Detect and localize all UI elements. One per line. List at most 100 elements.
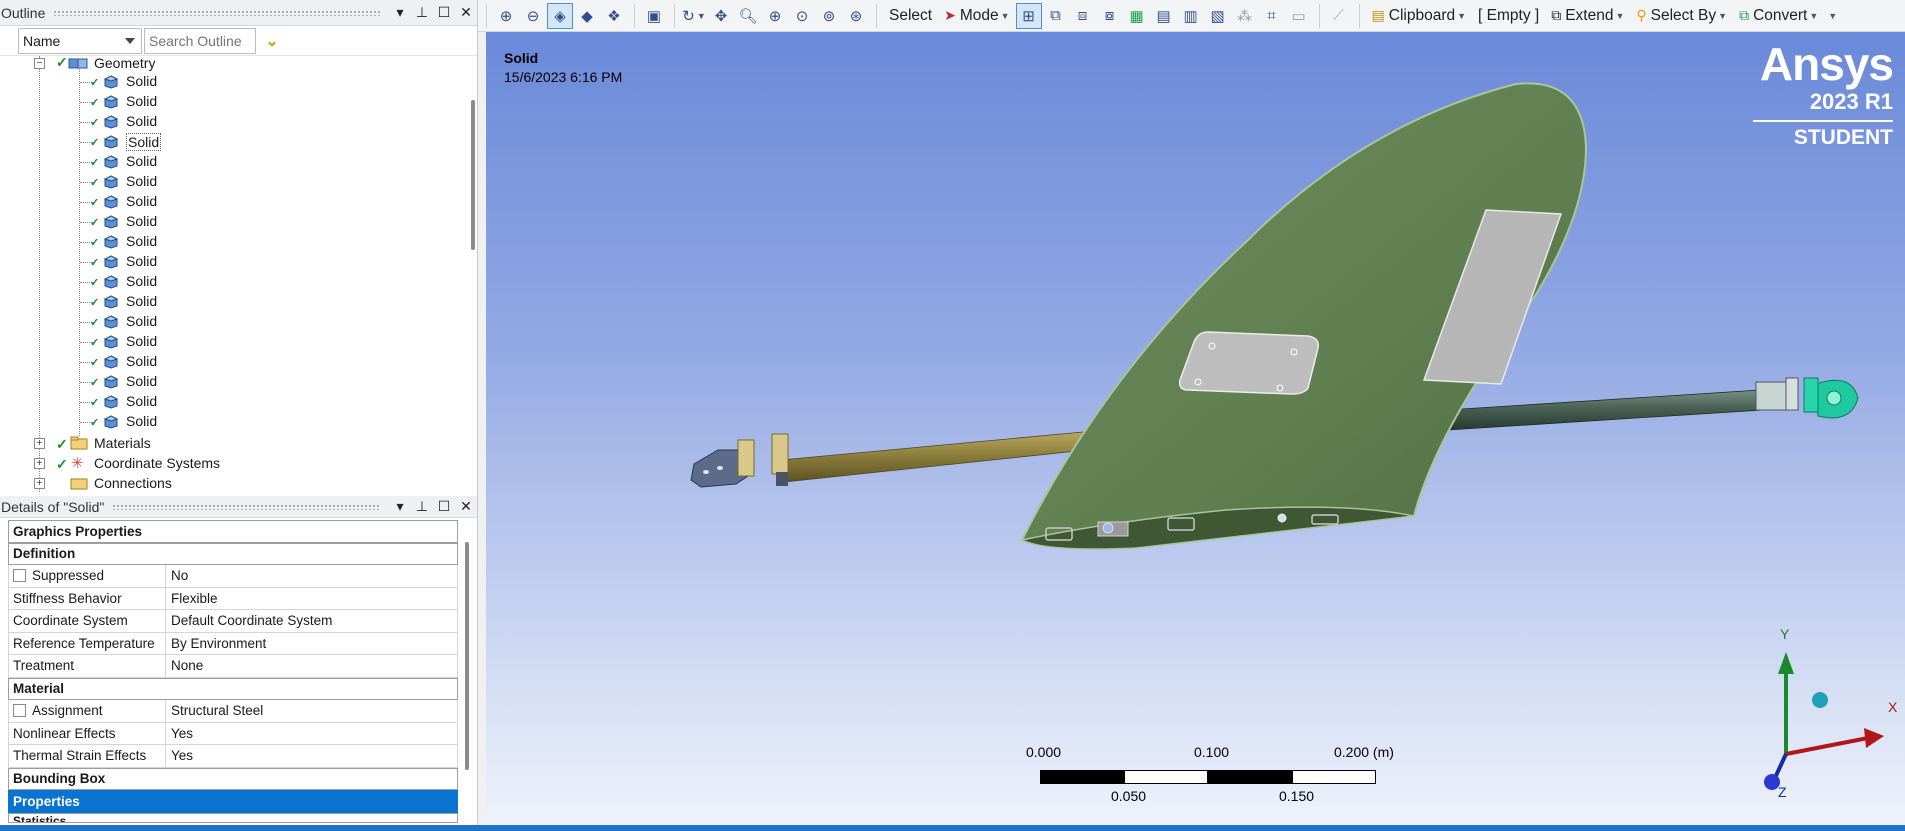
pin-icon[interactable]: ⊥ xyxy=(411,498,433,515)
section-definition[interactable]: Definition xyxy=(8,542,458,565)
row-treatment[interactable]: Treatment None xyxy=(8,655,458,678)
drag-grip[interactable] xyxy=(112,503,381,510)
tree-node-solid[interactable]: ✓ Solid xyxy=(0,312,470,332)
node-select-icon[interactable]: ▦ xyxy=(1124,3,1150,29)
row-coordinate-system[interactable]: Coordinate System Default Coordinate Sys… xyxy=(8,610,458,633)
graphics-viewport[interactable]: Solid 15/6/2023 6:16 PM Ansys 2023 R1 ST… xyxy=(486,32,1905,825)
filter-icon[interactable]: ⌄ xyxy=(256,28,288,54)
tree-node-solid[interactable]: ✓ Solid xyxy=(0,192,470,212)
element-face-select-icon[interactable]: ▤ xyxy=(1151,3,1177,29)
coordinates-icon[interactable]: ⁂ xyxy=(1232,3,1258,29)
tree-node-solid[interactable]: ✓ Solid xyxy=(0,352,470,372)
tree-node-solid[interactable]: ✓ Solid xyxy=(0,392,470,412)
tree-node-solid[interactable]: ✓ Solid xyxy=(0,412,470,432)
vertex-select-icon[interactable]: ⊞ xyxy=(1015,2,1042,29)
section-material[interactable]: Material xyxy=(8,677,458,700)
tree-node-solid[interactable]: ✓ Solid xyxy=(0,232,470,252)
thermal-strain-effects-value[interactable]: Yes xyxy=(166,745,458,767)
tree-node-solid[interactable]: ✓ Solid xyxy=(0,252,470,272)
outline-scrollbar[interactable] xyxy=(471,100,475,250)
tree-node-solid[interactable]: ✓ Solid xyxy=(0,332,470,352)
suppressed-checkbox[interactable] xyxy=(13,569,26,583)
label-icon[interactable]: ⌗ xyxy=(1259,3,1285,29)
annotation-icon[interactable]: ▭ xyxy=(1286,3,1312,29)
assignment-value[interactable]: Structural Steel xyxy=(166,700,458,722)
row-assignment[interactable]: Assignment Structural Steel xyxy=(8,700,458,723)
details-scrollbar[interactable] xyxy=(465,542,469,770)
pan-icon[interactable]: ✥ xyxy=(708,3,734,29)
pin-icon[interactable]: ⊥ xyxy=(411,4,433,21)
coordinate-system-value[interactable]: Default Coordinate System xyxy=(166,610,458,632)
select-by-button[interactable]: ⚲ Select By ▼ xyxy=(1630,3,1733,29)
close-icon[interactable]: ✕ xyxy=(455,4,477,21)
tree-node-connections[interactable]: + Connections xyxy=(0,474,470,492)
element-select-icon[interactable]: ▥ xyxy=(1178,3,1204,29)
tree-node-solid[interactable]: ✓ Solid xyxy=(0,92,470,112)
row-reference-temperature[interactable]: Reference Temperature By Environment xyxy=(8,632,458,655)
drag-grip[interactable] xyxy=(53,9,381,16)
reference-temperature-value[interactable]: By Environment xyxy=(166,632,458,654)
row-thermal-strain-effects[interactable]: Thermal Strain Effects Yes xyxy=(8,745,458,768)
chevron-down-icon: ▼ xyxy=(1809,10,1819,21)
treatment-value[interactable]: None xyxy=(166,655,458,677)
extend-button[interactable]: ⧉ Extend ▼ xyxy=(1545,3,1630,29)
maximize-icon[interactable]: ☐ xyxy=(433,498,455,515)
search-outline-input[interactable] xyxy=(144,27,256,54)
zoom-box-icon[interactable]: ⊕ xyxy=(762,3,788,29)
tree-node-solid[interactable]: ✓ Solid xyxy=(0,372,470,392)
convert-button[interactable]: ⧉ Convert ▼ xyxy=(1733,3,1824,29)
suppressed-value[interactable]: No xyxy=(166,565,458,587)
body-select-icon[interactable]: ⧇ xyxy=(1097,3,1123,29)
tree-node-solid[interactable]: ✓ Solid xyxy=(0,72,470,92)
expand-icon[interactable]: + xyxy=(34,478,45,489)
clipboard-button[interactable]: ▤ Clipboard ▼ xyxy=(1366,3,1473,29)
collapse-icon[interactable]: − xyxy=(34,58,45,69)
zoom-in-icon[interactable]: ⊕ xyxy=(493,3,519,29)
solid-view-icon[interactable]: ◈ xyxy=(547,2,573,29)
check-icon: ✓ xyxy=(90,337,100,349)
row-nonlinear-effects[interactable]: Nonlinear Effects Yes xyxy=(8,722,458,745)
expand-icon[interactable]: + xyxy=(34,458,45,469)
section-bounding-box[interactable]: Bounding Box xyxy=(8,767,458,790)
chart-icon[interactable]: ⟋ xyxy=(1326,3,1352,29)
tree-node-solid[interactable]: ✓ Solid xyxy=(0,152,470,172)
dropdown-icon[interactable]: ▾ xyxy=(389,4,411,21)
edge-select-icon[interactable]: ⧉ xyxy=(1043,3,1069,29)
row-suppressed[interactable]: Suppressed No xyxy=(8,565,458,588)
select-button[interactable]: Select xyxy=(883,3,938,29)
mesh-select-icon[interactable]: ▧ xyxy=(1205,3,1231,29)
name-combo[interactable]: Name xyxy=(18,27,142,54)
wireframe-view-icon[interactable]: ❖ xyxy=(601,3,627,29)
dropdown-icon[interactable]: ▾ xyxy=(389,498,411,515)
tree-node-materials[interactable]: + ✓ Materials xyxy=(0,434,470,454)
rotate-icon[interactable]: ↻ ▼ xyxy=(681,3,707,29)
stiffness-value[interactable]: Flexible xyxy=(166,587,458,609)
zoom-icon[interactable]: 🔍︎ xyxy=(735,3,761,29)
tree-node-solid[interactable]: ✓ Solid xyxy=(0,292,470,312)
toolbar-overflow-icon[interactable]: ▼ xyxy=(1824,3,1839,29)
expand-icon[interactable]: + xyxy=(34,438,45,449)
shaded-view-icon[interactable]: ◆ xyxy=(574,3,600,29)
tree-node-solid[interactable]: ✓ Solid xyxy=(0,172,470,192)
zoom-out-icon[interactable]: ⊖ xyxy=(520,3,546,29)
check-icon: ✓ xyxy=(90,257,100,269)
nonlinear-effects-value[interactable]: Yes xyxy=(166,722,458,744)
tree-node-solid[interactable]: ✓ Solid xyxy=(0,132,470,152)
zoom-selection-icon[interactable]: ⊚ xyxy=(816,3,842,29)
face-select-icon[interactable]: ⧈ xyxy=(1070,3,1096,29)
magnifier-icon[interactable]: ⊛ xyxy=(843,3,869,29)
mode-button[interactable]: ➤ Mode ▼ xyxy=(938,3,1015,29)
tree-node-solid[interactable]: ✓ Solid xyxy=(0,272,470,292)
tree-node-solid[interactable]: ✓ Solid xyxy=(0,112,470,132)
maximize-icon[interactable]: ☐ xyxy=(433,4,455,21)
close-icon[interactable]: ✕ xyxy=(455,498,477,515)
section-statistics[interactable]: Statistics xyxy=(8,812,458,823)
section-graphics-properties[interactable]: Graphics Properties xyxy=(8,520,458,543)
zoom-fit-icon[interactable]: ⊙ xyxy=(789,3,815,29)
tree-node-coordinate-systems[interactable]: + ✓ ✳ Coordinate Systems xyxy=(0,454,470,474)
tree-node-solid[interactable]: ✓ Solid xyxy=(0,212,470,232)
box-select-icon[interactable]: ▣ xyxy=(641,3,667,29)
assignment-checkbox[interactable] xyxy=(13,704,26,718)
section-properties[interactable]: Properties xyxy=(8,790,458,813)
row-stiffness-behavior[interactable]: Stiffness Behavior Flexible xyxy=(8,587,458,610)
